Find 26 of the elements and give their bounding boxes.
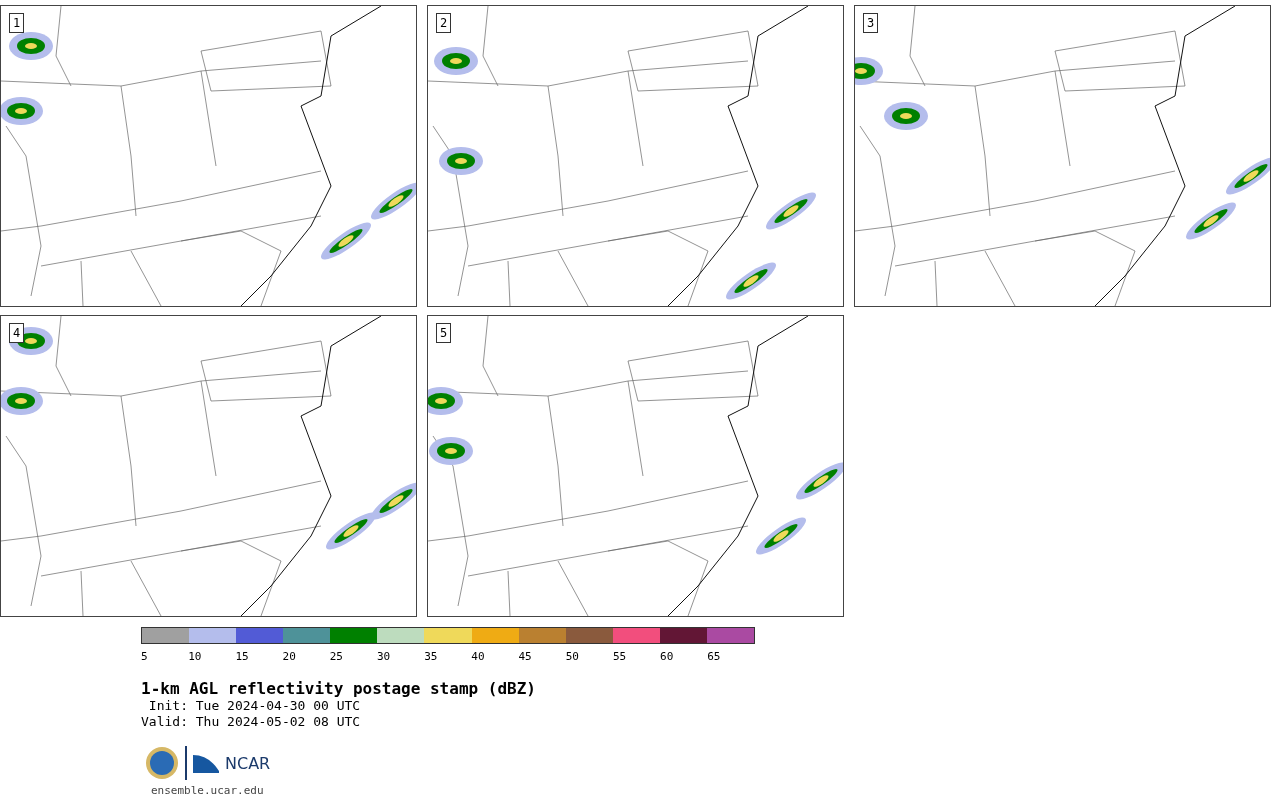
- tick-label: 60: [659, 650, 675, 663]
- logo-text: NCAR: [225, 753, 271, 773]
- tick-label: 15: [234, 650, 250, 663]
- tick-label: 5: [140, 650, 149, 663]
- divider-icon: [185, 746, 187, 780]
- site-url: ensemble.ucar.edu: [151, 784, 265, 797]
- tick-label: 30: [375, 650, 392, 663]
- panel-number: 5: [436, 323, 452, 343]
- globe-seal-icon: [145, 746, 179, 780]
- tick-label: 10: [187, 650, 203, 663]
- panel-number: 4: [9, 323, 25, 343]
- tick-label: 65: [706, 650, 722, 663]
- panel-number: 2: [436, 13, 452, 33]
- tick-label: 50: [564, 650, 580, 663]
- swoosh-icon: [193, 753, 219, 773]
- tick-label: 55: [611, 650, 628, 663]
- chart-title: 1-km AGL reflectivity postage stamp (dBZ): [141, 679, 537, 698]
- tick-label: 25: [328, 650, 344, 663]
- panel-number: 1: [9, 13, 25, 33]
- tick-label: 35: [423, 650, 439, 663]
- init-time: Init: Tue 2024-04-30 00 UTC: [147, 698, 362, 714]
- valid-time: Valid: Thu 2024-05-02 08 UTC: [141, 714, 362, 730]
- panel-number: 3: [863, 13, 879, 33]
- tick-label: 40: [470, 650, 486, 663]
- tick-label: 45: [517, 650, 533, 663]
- tick-label: 20: [281, 650, 297, 663]
